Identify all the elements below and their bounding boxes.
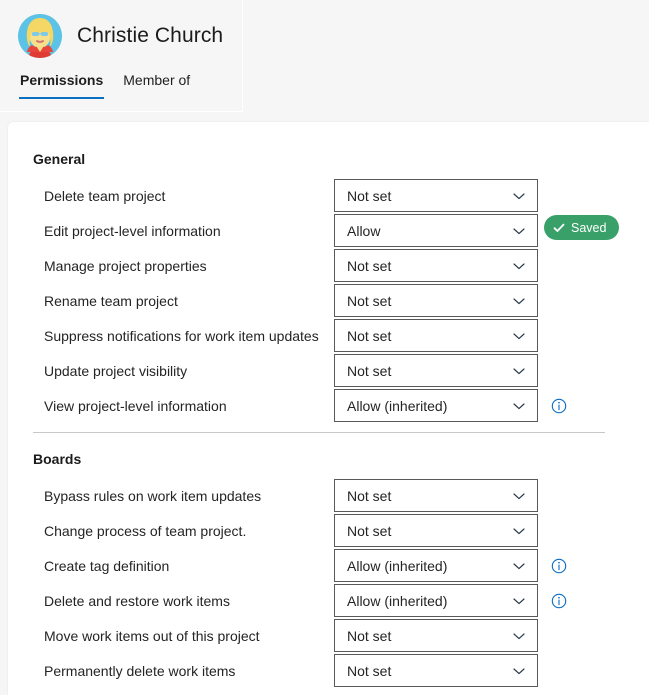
user-header-panel: Christie Church Permissions Member of bbox=[0, 0, 243, 112]
permission-label: Update project visibility bbox=[44, 362, 188, 379]
chevron-down-icon bbox=[512, 629, 526, 643]
permissions-card: General Delete team project Not set Edit pr… bbox=[8, 122, 649, 695]
permission-label: Rename team project bbox=[44, 292, 178, 309]
tab-bar: Permissions Member of bbox=[19, 70, 191, 99]
page-title: Christie Church bbox=[77, 24, 224, 47]
permission-label: Edit project-level information bbox=[44, 222, 221, 239]
permission-label: Delete team project bbox=[44, 187, 166, 204]
permission-dropdown-value: Allow (inherited) bbox=[347, 557, 448, 574]
tab-permissions[interactable]: Permissions bbox=[19, 70, 105, 99]
chevron-down-icon bbox=[512, 594, 526, 608]
permission-label: Delete and restore work items bbox=[44, 592, 230, 609]
chevron-down-icon bbox=[512, 664, 526, 678]
permission-row: Create tag definition Allow (inherited) bbox=[8, 548, 649, 583]
permission-dropdown[interactable]: Allow (inherited) bbox=[334, 389, 538, 422]
permission-row: Suppress notifications for work item upd… bbox=[8, 318, 649, 353]
status-badge: Saved bbox=[544, 215, 620, 240]
permission-dropdown[interactable]: Not set bbox=[334, 479, 538, 512]
permission-dropdown-value: Not set bbox=[347, 327, 392, 344]
header-background bbox=[243, 0, 649, 113]
permission-row: Delete team project Not set bbox=[8, 178, 649, 213]
permission-label: Bypass rules on work item updates bbox=[44, 487, 262, 504]
permission-dropdown-value: Allow (inherited) bbox=[347, 397, 448, 414]
permission-dropdown-value: Not set bbox=[347, 522, 392, 539]
permission-dropdown-value: Not set bbox=[347, 187, 392, 204]
permission-dropdown[interactable]: Not set bbox=[334, 319, 538, 352]
permission-dropdown[interactable]: Not set bbox=[334, 284, 538, 317]
chevron-down-icon bbox=[512, 294, 526, 308]
permission-dropdown-value: Not set bbox=[347, 627, 392, 644]
permission-row-list: Bypass rules on work item updates Not set… bbox=[8, 478, 649, 688]
chevron-down-icon bbox=[512, 364, 526, 378]
info-icon[interactable] bbox=[551, 398, 567, 414]
status-badge-label: Saved bbox=[571, 220, 607, 235]
permission-row: Delete and restore work items Allow (inhe… bbox=[8, 583, 649, 618]
tab-member-of[interactable]: Member of bbox=[122, 70, 191, 99]
permission-dropdown[interactable]: Not set bbox=[334, 654, 538, 687]
chevron-down-icon bbox=[512, 189, 526, 203]
permission-section: Boards Bypass rules on work item updates N… bbox=[8, 433, 649, 695]
permission-row: View project-level information Allow (inh… bbox=[8, 388, 649, 423]
chevron-down-icon bbox=[512, 489, 526, 503]
permission-label: Suppress notifications for work item upd… bbox=[44, 327, 319, 344]
permission-row: Permanently delete work items Not set bbox=[8, 653, 649, 688]
chevron-down-icon bbox=[512, 224, 526, 238]
permissions-sections: General Delete team project Not set Edit pr… bbox=[8, 122, 649, 695]
permission-dropdown-value: Not set bbox=[347, 292, 392, 309]
permission-dropdown-value: Not set bbox=[347, 487, 392, 504]
check-icon bbox=[553, 223, 565, 232]
permission-row: Bypass rules on work item updates Not set bbox=[8, 478, 649, 513]
info-icon[interactable] bbox=[551, 593, 567, 609]
permission-dropdown-value: Not set bbox=[347, 362, 392, 379]
permission-dropdown-value: Not set bbox=[347, 662, 392, 679]
permission-dropdown[interactable]: Not set bbox=[334, 354, 538, 387]
info-icon[interactable] bbox=[551, 558, 567, 574]
permission-dropdown[interactable]: Not set bbox=[334, 619, 538, 652]
chevron-down-icon bbox=[512, 329, 526, 343]
permission-label: Permanently delete work items bbox=[44, 662, 236, 679]
permission-row: Rename team project Not set bbox=[8, 283, 649, 318]
permission-row: Move work items out of this project Not s… bbox=[8, 618, 649, 653]
permission-label: Create tag definition bbox=[44, 557, 170, 574]
user-identity: Christie Church bbox=[18, 14, 223, 58]
permission-dropdown-value: Allow bbox=[347, 222, 381, 239]
permission-label: Manage project properties bbox=[44, 257, 207, 274]
section-title: Boards bbox=[33, 451, 82, 467]
chevron-down-icon bbox=[512, 524, 526, 538]
avatar[interactable] bbox=[18, 14, 62, 58]
permission-dropdown[interactable]: Allow (inherited) bbox=[334, 584, 538, 617]
section-title: General bbox=[33, 151, 86, 167]
permission-dropdown[interactable]: Not set bbox=[334, 514, 538, 547]
permission-label: Change process of team project. bbox=[44, 522, 247, 539]
permission-row: Update project visibility Not set bbox=[8, 353, 649, 388]
chevron-down-icon bbox=[512, 399, 526, 413]
page-root: Christie Church Permissions Member of Ge… bbox=[0, 0, 649, 695]
permission-dropdown[interactable]: Not set bbox=[334, 179, 538, 212]
permission-row: Change process of team project. Not set bbox=[8, 513, 649, 548]
chevron-down-icon bbox=[512, 559, 526, 573]
permission-dropdown-value: Not set bbox=[347, 257, 392, 274]
permission-row: Manage project properties Not set bbox=[8, 248, 649, 283]
permission-dropdown[interactable]: Allow bbox=[334, 214, 538, 247]
permission-label: View project-level information bbox=[44, 397, 227, 414]
permission-section: General Delete team project Not set Edit pr… bbox=[8, 122, 649, 433]
permission-dropdown[interactable]: Not set bbox=[334, 249, 538, 282]
permission-label: Move work items out of this project bbox=[44, 627, 260, 644]
permission-dropdown[interactable]: Allow (inherited) bbox=[334, 549, 538, 582]
permission-dropdown-value: Allow (inherited) bbox=[347, 592, 448, 609]
chevron-down-icon bbox=[512, 259, 526, 273]
